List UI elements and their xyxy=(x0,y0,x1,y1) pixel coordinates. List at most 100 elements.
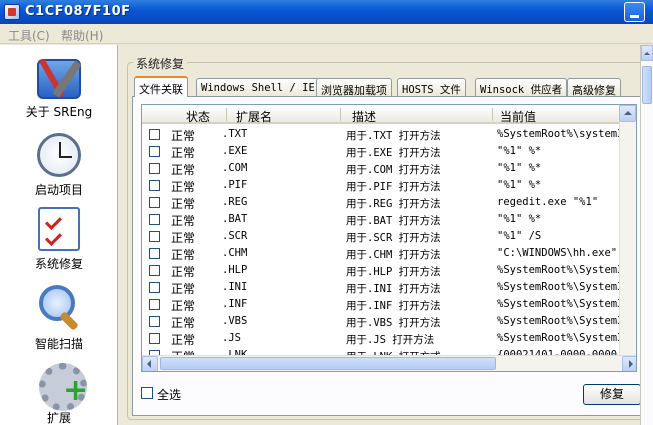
row-checkbox[interactable] xyxy=(149,129,160,140)
gear-plus-icon xyxy=(35,361,88,411)
cell-extension: .HLP xyxy=(222,264,248,276)
table-row[interactable]: 正常 .JS 用于.JS 打开方法 %SystemRoot%\System32\ xyxy=(142,330,637,347)
cell-description: 用于.HLP 打开方法 xyxy=(346,266,441,278)
table-row[interactable]: 正常 .REG 用于.REG 打开方法 regedit.exe "%1" xyxy=(142,194,636,211)
cell-extension: .EXE xyxy=(222,145,248,157)
menu-help[interactable]: 帮助(H) xyxy=(61,27,103,44)
row-checkbox[interactable] xyxy=(149,333,160,344)
scroll-right-button[interactable] xyxy=(622,356,636,371)
system-repair-group: 系统修复 文件关联 Windows Shell / IE 浏览器加载项 HOST… xyxy=(127,55,647,420)
cell-extension: .SCR xyxy=(222,230,248,242)
row-checkbox[interactable] xyxy=(149,248,160,259)
cell-description: 用于.INF 打开方法 xyxy=(346,300,441,312)
scroll-thumb[interactable] xyxy=(642,66,652,104)
cell-current-value: %SystemRoot%\System32\ xyxy=(497,332,637,344)
row-checkbox[interactable] xyxy=(149,282,160,293)
nav-label: 启动项目 xyxy=(34,183,83,197)
table-row[interactable]: 正常 .INI 用于.INI 打开方法 %SystemRoot%\System32\ xyxy=(142,279,636,296)
cell-status: 正常 xyxy=(171,231,196,245)
table-row[interactable]: 正常 .CHM 用于.CHM 打开方法 "C:\WINDOWS\hh.exe" %1 xyxy=(142,245,637,262)
cell-current-value: "%1" %* xyxy=(497,162,542,174)
cell-description: 用于.CHM 打开方法 xyxy=(346,249,441,261)
cell-status: 正常 xyxy=(171,129,196,143)
horizontal-scrollbar[interactable] xyxy=(142,355,636,371)
cell-current-value: "%1" %* xyxy=(497,213,542,225)
cell-status: 正常 xyxy=(171,299,196,313)
table-row[interactable]: 正常 .PIF 用于.PIF 打开方法 "%1" %* xyxy=(142,177,636,194)
vertical-scrollbar[interactable] xyxy=(619,105,636,371)
cell-description: 用于.EXE 打开方法 xyxy=(346,147,441,159)
scroll-left-button[interactable] xyxy=(142,356,158,371)
row-checkbox[interactable] xyxy=(149,197,160,208)
table-row[interactable]: 正常 .TXT 用于.TXT 打开方法 %SystemRoot%\system32\ xyxy=(142,126,637,143)
nav-item-smart-scan[interactable]: 智能扫描 xyxy=(0,283,118,352)
column-header-status[interactable]: 状态 xyxy=(186,108,210,125)
table-row[interactable]: 正常 .BAT 用于.BAT 打开方法 "%1" %* xyxy=(142,211,636,228)
row-checkbox[interactable] xyxy=(149,231,160,242)
cell-current-value: %SystemRoot%\System32\ xyxy=(497,315,637,327)
fix-button[interactable]: 修复 xyxy=(583,384,641,405)
horizontal-scroll-thumb[interactable] xyxy=(160,357,496,370)
cell-extension: .TXT xyxy=(222,128,248,140)
cell-current-value: "%1" %* xyxy=(497,179,542,191)
table-row[interactable]: 正常 .SCR 用于.SCR 打开方法 "%1" /S xyxy=(142,228,636,245)
row-checkbox[interactable] xyxy=(149,316,160,327)
tab-advanced-repair[interactable]: 高级修复 xyxy=(567,78,621,97)
tab-winsock-providers[interactable]: Winsock 供应者 xyxy=(475,78,568,96)
cell-current-value: "C:\WINDOWS\hh.exe" %1 xyxy=(497,247,637,259)
window-edge-scrollbar[interactable] xyxy=(640,45,653,425)
nav-item-extensions[interactable]: 扩展 xyxy=(0,361,118,425)
row-checkbox[interactable] xyxy=(149,299,160,310)
cell-status: 正常 xyxy=(171,333,196,347)
nav-label: 系统修复 xyxy=(34,257,83,271)
cell-description: 用于.VBS 打开方法 xyxy=(346,317,441,329)
minimize-button[interactable] xyxy=(624,2,645,22)
cell-status: 正常 xyxy=(171,265,196,279)
table-row[interactable]: 正常 .COM 用于.COM 打开方法 "%1" %* xyxy=(142,160,636,177)
column-divider[interactable] xyxy=(492,108,493,121)
row-checkbox[interactable] xyxy=(149,180,160,191)
nav-label: 智能扫描 xyxy=(34,337,83,351)
table-row[interactable]: 正常 .INF 用于.INF 打开方法 %SystemRoot%\System32\ xyxy=(142,296,636,313)
tab-browser-addons[interactable]: 浏览器加载项 xyxy=(316,78,392,97)
row-checkbox[interactable] xyxy=(149,265,160,276)
column-header-description[interactable]: 描述 xyxy=(352,108,376,125)
scroll-up-button[interactable] xyxy=(619,105,636,122)
cell-description: 用于.BAT 打开方法 xyxy=(346,215,441,227)
cell-current-value: regedit.exe "%1" xyxy=(497,196,599,208)
column-divider[interactable] xyxy=(340,108,341,121)
table-row[interactable]: 正常 .HLP 用于.HLP 打开方法 %SystemRoot%\System32\ xyxy=(142,262,636,279)
table-row[interactable]: 正常 .VBS 用于.VBS 打开方法 %SystemRoot%\System32\ xyxy=(142,313,637,330)
nav-item-about[interactable]: 关于 SREng xyxy=(0,55,118,120)
tab-file-association[interactable]: 文件关联 xyxy=(134,76,188,97)
column-header-current-value[interactable]: 当前值 xyxy=(500,108,536,125)
group-title: 系统修复 xyxy=(133,55,188,72)
menu-tools[interactable]: 工具(C) xyxy=(8,27,50,44)
app-icon xyxy=(4,4,20,20)
nav-item-startup[interactable]: 启动项目 xyxy=(0,133,118,198)
row-checkbox[interactable] xyxy=(149,146,160,157)
cell-current-value: %SystemRoot%\system32\ xyxy=(497,128,637,140)
table-row[interactable]: 正常 .EXE 用于.EXE 打开方法 "%1" %* xyxy=(142,143,636,160)
row-checkbox[interactable] xyxy=(149,214,160,225)
tools-icon xyxy=(37,59,81,99)
checkbox[interactable] xyxy=(141,387,153,399)
cell-status: 正常 xyxy=(171,146,196,160)
tab-windows-shell-ie[interactable]: Windows Shell / IE xyxy=(196,78,320,96)
window-title: C1CF087F10F xyxy=(25,4,131,19)
title-bar[interactable]: C1CF087F10F xyxy=(0,0,653,24)
cell-extension: .JS xyxy=(222,332,241,344)
column-header-extension[interactable]: 扩展名 xyxy=(236,108,272,125)
cell-extension: .CHM xyxy=(222,247,248,259)
cell-extension: .BAT xyxy=(222,213,248,225)
column-divider[interactable] xyxy=(226,108,227,121)
cell-status: 正常 xyxy=(171,316,196,330)
left-nav: 关于 SREng 启动项目 系统修复 智能扫描 扩展 xyxy=(0,45,118,425)
nav-item-system-repair[interactable]: 系统修复 xyxy=(0,207,118,272)
row-checkbox[interactable] xyxy=(149,163,160,174)
tab-hosts-file[interactable]: HOSTS 文件 xyxy=(397,78,466,96)
cell-description: 用于.REG 打开方法 xyxy=(346,198,441,210)
cell-description: 用于.INI 打开方法 xyxy=(346,283,441,295)
scroll-up-button[interactable] xyxy=(641,45,653,61)
cell-extension: .INI xyxy=(222,281,248,293)
